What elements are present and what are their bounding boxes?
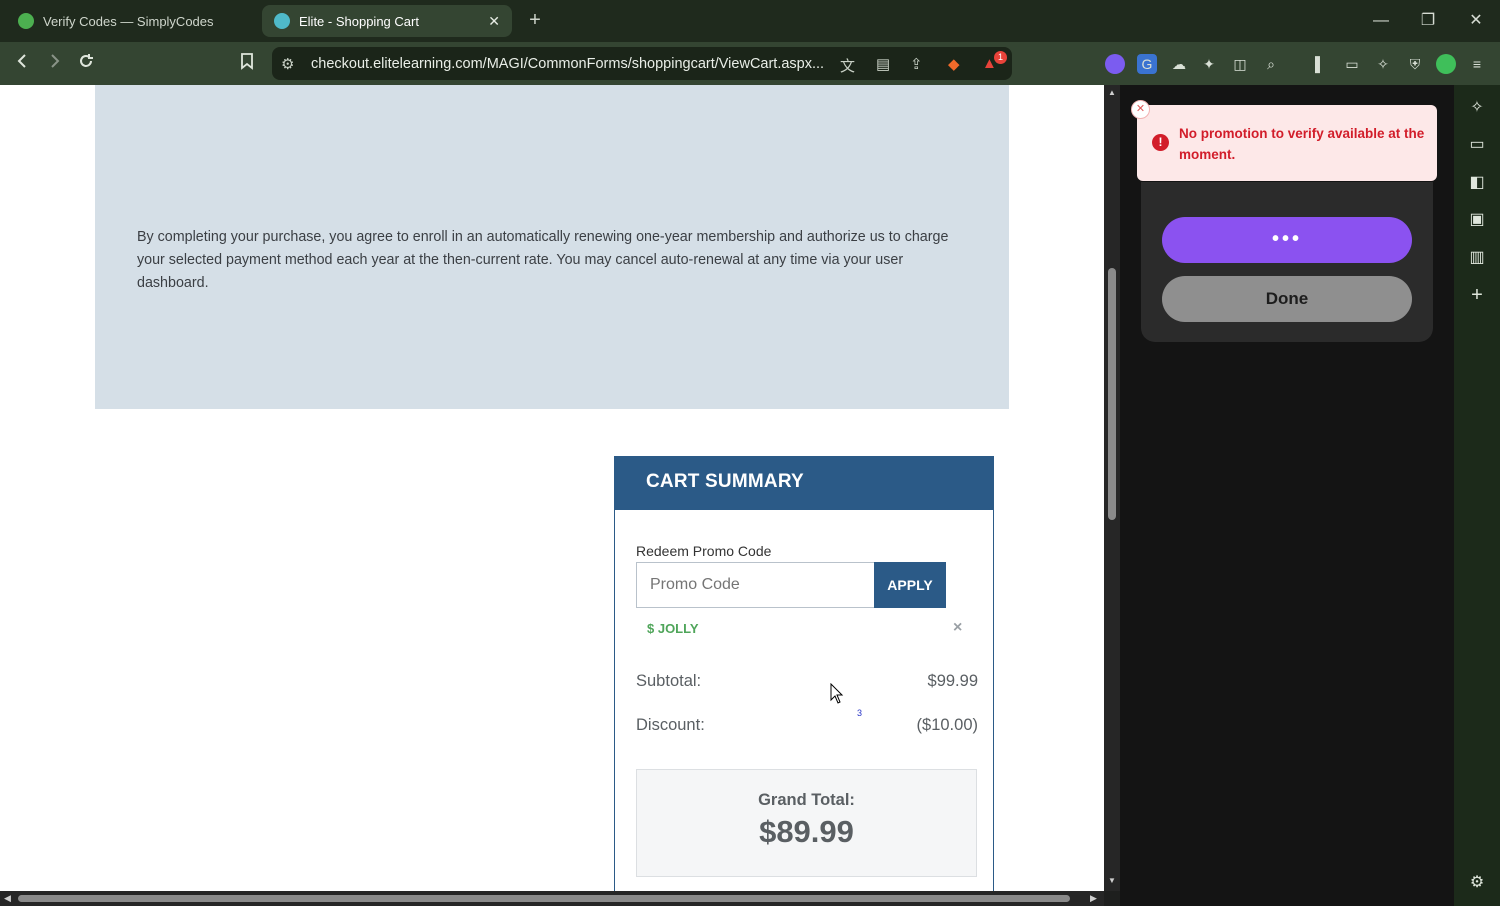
discount-value: ($10.00) <box>916 716 978 734</box>
cart-summary-header: CART SUMMARY <box>615 457 993 510</box>
address-bar[interactable]: ⚙ checkout.elitelearning.com/MAGI/Common… <box>272 47 1012 80</box>
menu-hamburger-icon[interactable]: ≡ <box>1467 54 1487 74</box>
wallet-sidebar-icon[interactable]: ◧ <box>1466 172 1488 194</box>
promo-code-label: Redeem Promo Code <box>636 543 772 559</box>
wallet-icon[interactable]: ▭ <box>1342 54 1362 74</box>
bookmark-button[interactable] <box>234 51 260 77</box>
overlay-counter: 3 <box>857 708 863 718</box>
forward-button[interactable] <box>41 51 67 77</box>
extension-side-panel: ••• Done ! No promotion to verify availa… <box>1120 85 1454 906</box>
talk-sidebar-icon[interactable]: ▭ <box>1466 134 1488 156</box>
error-toast: ! No promotion to verify available at th… <box>1137 105 1437 181</box>
translate-icon[interactable]: 文 <box>840 55 855 76</box>
vpn-shield-icon[interactable]: ⛨ <box>1405 54 1425 74</box>
vertical-scroll-thumb[interactable] <box>1108 268 1116 520</box>
cart-summary: CART SUMMARY Redeem Promo Code APPLY $ J… <box>614 456 994 891</box>
subtotal-label: Subtotal: <box>636 672 702 690</box>
close-tab-icon[interactable]: ✕ <box>488 13 500 30</box>
reading-list-sidebar-icon[interactable]: ▥ <box>1466 247 1488 269</box>
scroll-down-arrow-icon[interactable]: ▼ <box>1106 876 1118 885</box>
auto-renew-notice-box: By completing your purchase, you agree t… <box>95 85 1009 409</box>
sidebar-rail: ✧ ▭ ◧ ▣ ▥ + ⚙ <box>1454 85 1500 906</box>
vpn-extension-icon[interactable]: ☁ <box>1169 54 1189 74</box>
auto-renew-notice: By completing your purchase, you agree t… <box>137 229 949 291</box>
split-view-icon[interactable]: ◫ <box>1230 54 1250 74</box>
leo-ai-sidebar-icon[interactable]: ✧ <box>1466 97 1488 119</box>
tab-search-icon[interactable]: ⌕ <box>1261 54 1281 74</box>
applied-coupon: $ JOLLY <box>647 621 699 636</box>
sidebar-toggle-icon[interactable]: ▌ <box>1310 54 1330 74</box>
tab-title: Elite - Shopping Cart <box>299 13 419 29</box>
tab-strip: Verify Codes — SimplyCodes Elite - Shopp… <box>0 0 1500 42</box>
new-tab-button[interactable]: + <box>524 9 546 31</box>
vertical-scrollbar[interactable]: ▲ ▼ <box>1104 85 1120 891</box>
horizontal-scroll-thumb[interactable] <box>18 895 1070 902</box>
reload-button[interactable] <box>73 51 99 77</box>
grand-total-label: Grand Total: <box>758 791 855 809</box>
sidebar-settings-gear-icon[interactable]: ⚙ <box>1466 872 1488 894</box>
done-button[interactable]: Done <box>1162 276 1412 322</box>
brave-shields-icon[interactable]: ◆ <box>948 55 960 73</box>
scroll-left-arrow-icon[interactable]: ◀ <box>4 893 11 904</box>
url-text[interactable]: checkout.elitelearning.com/MAGI/CommonFo… <box>311 56 824 72</box>
toast-message: No promotion to verify available at the … <box>1179 126 1425 162</box>
discount-label: Discount: <box>636 716 705 734</box>
forward-arrow-icon <box>51 54 60 68</box>
bookmark-icon <box>241 53 253 70</box>
restore-button[interactable]: ❐ <box>1413 8 1443 34</box>
add-sidebar-item-icon[interactable]: + <box>1466 284 1488 306</box>
apply-button[interactable]: APPLY <box>874 562 946 608</box>
bookmarks-sidebar-icon[interactable]: ▣ <box>1466 209 1488 231</box>
cart-summary-title: CART SUMMARY <box>646 471 804 492</box>
reload-icon <box>80 54 93 67</box>
promo-code-input[interactable] <box>636 562 875 608</box>
scroll-right-arrow-icon[interactable]: ▶ <box>1090 893 1097 904</box>
web-page: By completing your purchase, you agree t… <box>0 85 1104 891</box>
simplycodes-card: ••• Done <box>1141 182 1433 342</box>
back-button[interactable] <box>10 51 36 77</box>
extensions-puzzle-icon[interactable]: ✦ <box>1199 54 1219 74</box>
elite-favicon-icon <box>274 13 290 29</box>
mouse-cursor-icon <box>830 683 844 704</box>
simplycodes-favicon-icon <box>18 13 34 29</box>
translate-extension-icon[interactable]: G <box>1137 54 1157 74</box>
back-arrow-icon <box>17 54 26 68</box>
extension-purple-icon[interactable] <box>1105 54 1125 74</box>
browser-toolbar: ⚙ checkout.elitelearning.com/MAGI/Common… <box>0 42 1500 85</box>
more-options-button[interactable]: ••• <box>1162 217 1412 263</box>
grand-total-box: Grand Total: $89.99 <box>636 769 977 877</box>
tab-verify-codes[interactable]: Verify Codes — SimplyCodes <box>6 5 256 37</box>
close-window-button[interactable]: ✕ <box>1461 8 1491 34</box>
scroll-up-arrow-icon[interactable]: ▲ <box>1106 88 1118 97</box>
leo-ai-icon[interactable]: ✧ <box>1373 54 1393 74</box>
profile-avatar[interactable] <box>1436 54 1456 74</box>
notification-badge: 1 <box>994 51 1007 64</box>
error-icon: ! <box>1152 134 1169 151</box>
share-icon[interactable]: ⇪ <box>910 55 923 73</box>
remove-coupon-icon[interactable]: × <box>953 619 962 637</box>
minimize-button[interactable]: — <box>1366 8 1396 34</box>
horizontal-scrollbar[interactable]: ◀ ▶ <box>0 891 1104 906</box>
reader-mode-icon[interactable]: ▤ <box>876 55 890 73</box>
tab-shopping-cart[interactable]: Elite - Shopping Cart ✕ <box>262 5 512 37</box>
close-toast-icon[interactable]: ✕ <box>1131 100 1150 119</box>
grand-total-value: $89.99 <box>759 814 854 849</box>
tab-title: Verify Codes — SimplyCodes <box>43 13 214 29</box>
site-settings-icon[interactable]: ⚙ <box>281 55 294 73</box>
subtotal-value: $99.99 <box>927 672 978 690</box>
